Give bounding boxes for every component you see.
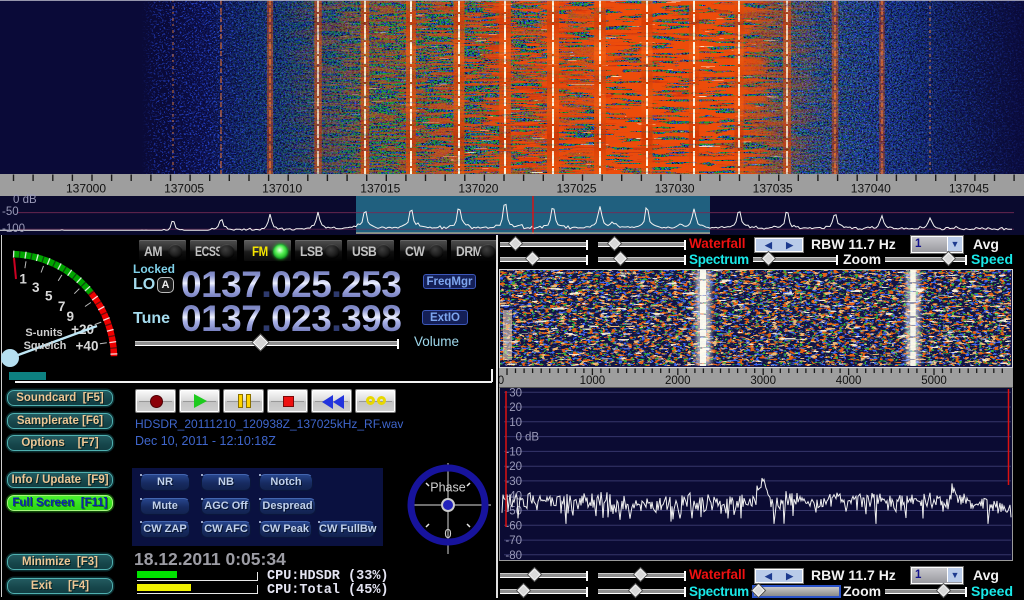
- svg-text:-60: -60: [505, 520, 522, 532]
- svg-text:137040: 137040: [851, 182, 891, 196]
- svg-text:-30: -30: [505, 476, 522, 488]
- svg-text:-20: -20: [505, 461, 522, 473]
- svg-text:5: 5: [45, 289, 53, 304]
- svg-text:7: 7: [58, 299, 66, 314]
- svg-text:3000: 3000: [750, 375, 776, 387]
- svg-text:137000: 137000: [66, 182, 106, 196]
- svg-text:137020: 137020: [458, 182, 498, 196]
- svg-text:-70: -70: [505, 535, 522, 547]
- svg-text:-80: -80: [505, 550, 522, 560]
- svg-text:0: 0: [516, 432, 522, 444]
- svg-text:S-units: S-units: [25, 327, 62, 339]
- svg-text:0: 0: [499, 375, 504, 387]
- svg-text:5000: 5000: [921, 375, 947, 387]
- svg-text:10: 10: [509, 417, 522, 429]
- svg-text:1000: 1000: [580, 375, 606, 387]
- svg-text:3: 3: [32, 280, 40, 295]
- svg-text:2000: 2000: [665, 375, 691, 387]
- svg-text:4000: 4000: [836, 375, 862, 387]
- svg-text:1: 1: [19, 272, 27, 287]
- svg-text:137025: 137025: [556, 182, 596, 196]
- svg-text:137045: 137045: [949, 182, 989, 196]
- svg-text:137030: 137030: [655, 182, 695, 196]
- svg-text:137035: 137035: [753, 182, 793, 196]
- svg-text:+40: +40: [76, 338, 99, 353]
- svg-text:0: 0: [444, 526, 451, 541]
- svg-text:30: 30: [509, 388, 522, 399]
- svg-text:Squelch: Squelch: [24, 340, 67, 352]
- svg-text:137010: 137010: [262, 182, 302, 196]
- svg-text:20: 20: [509, 402, 522, 414]
- svg-text:-10: -10: [505, 446, 522, 458]
- svg-text:137005: 137005: [164, 182, 204, 196]
- svg-text:137015: 137015: [360, 182, 400, 196]
- svg-text:dB: dB: [525, 432, 539, 444]
- svg-text:Phase: Phase: [430, 481, 465, 495]
